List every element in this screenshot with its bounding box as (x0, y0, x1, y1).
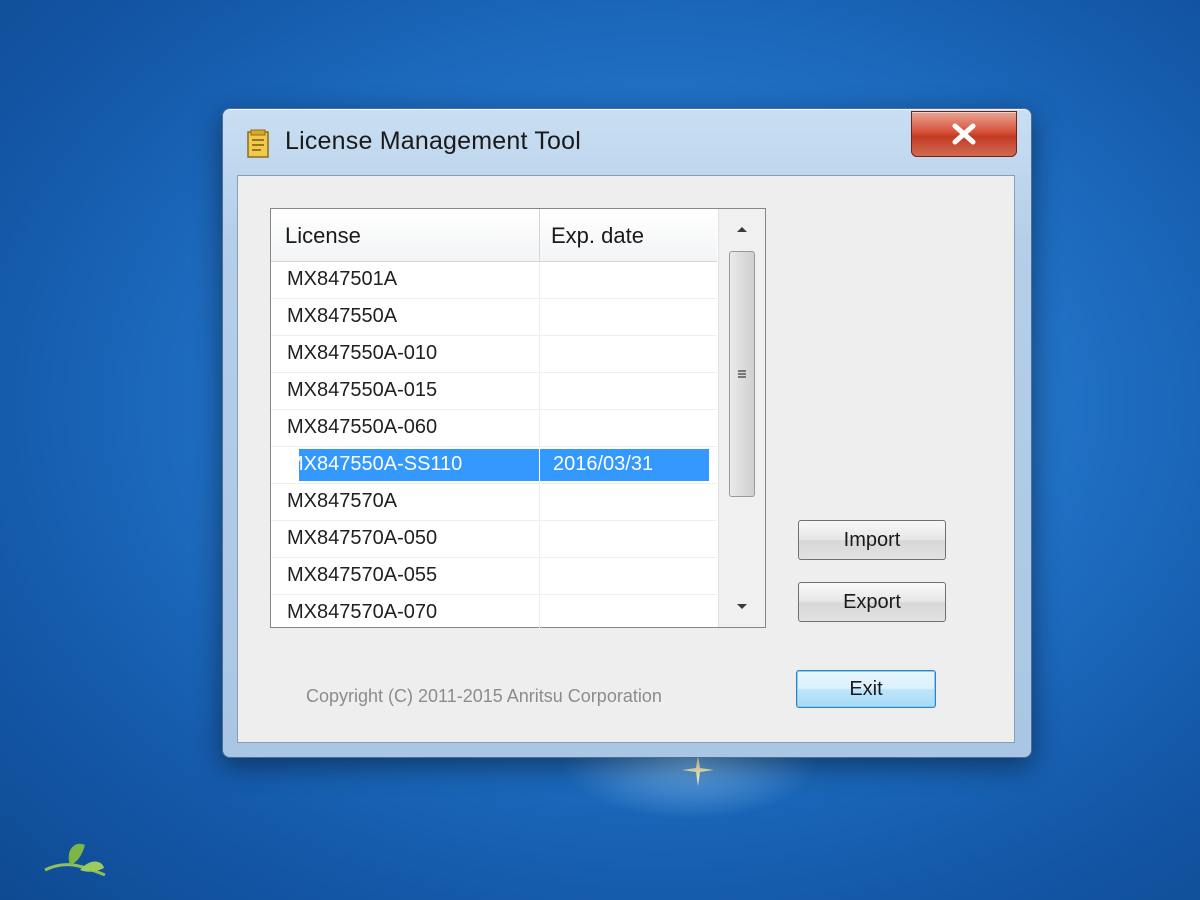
list-rows: MX847501A MX847550A MX847550A-010 MX8475… (271, 262, 717, 632)
license-cell: MX847570A-070 (287, 601, 438, 623)
row-divider (539, 484, 540, 520)
license-cell: MX847550A (287, 305, 398, 327)
list-header: License Exp. date (271, 209, 717, 262)
import-button[interactable]: Import (798, 520, 946, 560)
copyright-text: Copyright (C) 2011-2015 Anritsu Corporat… (306, 686, 662, 706)
license-cell: MX847570A-055 (287, 564, 438, 586)
row-divider (539, 595, 540, 631)
close-button[interactable] (911, 111, 1017, 157)
scroll-down-button[interactable] (719, 587, 765, 627)
list-row[interactable]: MX847570A (271, 484, 717, 521)
license-cell: MX847550A-010 (287, 342, 438, 364)
scroll-up-button[interactable] (719, 209, 765, 249)
list-row[interactable]: MX847550A-010 (271, 336, 717, 373)
row-divider (539, 449, 540, 481)
list-row[interactable]: MX847550A (271, 299, 717, 336)
column-separator[interactable] (539, 209, 540, 261)
title-bar[interactable]: License Management Tool (223, 109, 1031, 175)
list-row[interactable]: MX847570A-055 (271, 558, 717, 595)
license-cell: MX847550A-060 (287, 416, 438, 438)
license-cell: MX847570A-050 (287, 527, 438, 549)
exit-button[interactable]: Exit (796, 670, 936, 708)
list-row[interactable]: MX847570A-050 (271, 521, 717, 558)
license-cell: MX847570A (287, 490, 398, 512)
row-divider (539, 521, 540, 557)
dialog-client-area: License Exp. date MX847501A MX847550A MX… (237, 175, 1015, 743)
license-cell: MX847550A-SS110 (287, 453, 463, 475)
column-header-license[interactable]: License (285, 223, 361, 249)
scroll-thumb[interactable] (729, 251, 755, 497)
license-cell: MX847501A (287, 268, 398, 290)
row-divider (539, 336, 540, 372)
list-row[interactable]: MX847570A-070 (271, 595, 717, 632)
close-icon (952, 123, 976, 145)
list-row[interactable]: MX847501A (271, 262, 717, 299)
row-divider (539, 558, 540, 594)
exp-date-cell: 2016/03/31 (553, 453, 654, 475)
license-management-window: License Management Tool License Exp. dat… (222, 108, 1032, 758)
arrow-down-icon (737, 604, 747, 609)
list-row[interactable]: MX847550A-060 (271, 410, 717, 447)
list-row-selected[interactable]: MX847550A-SS110 2016/03/31 (271, 447, 717, 484)
app-icon (247, 129, 269, 158)
window-title: License Management Tool (285, 127, 581, 155)
column-header-exp-date[interactable]: Exp. date (551, 223, 644, 249)
row-divider (539, 410, 540, 446)
arrow-up-icon (737, 227, 747, 232)
vertical-scrollbar[interactable] (718, 209, 765, 627)
license-list[interactable]: License Exp. date MX847501A MX847550A MX… (270, 208, 766, 632)
list-row[interactable]: MX847550A-015 (271, 373, 717, 410)
license-cell: MX847550A-015 (287, 379, 438, 401)
grip-icon (738, 370, 746, 378)
desktop-leaf-decoration (44, 843, 106, 877)
row-divider (539, 262, 540, 298)
row-divider (539, 299, 540, 335)
export-button[interactable]: Export (798, 582, 946, 622)
row-divider (539, 373, 540, 409)
